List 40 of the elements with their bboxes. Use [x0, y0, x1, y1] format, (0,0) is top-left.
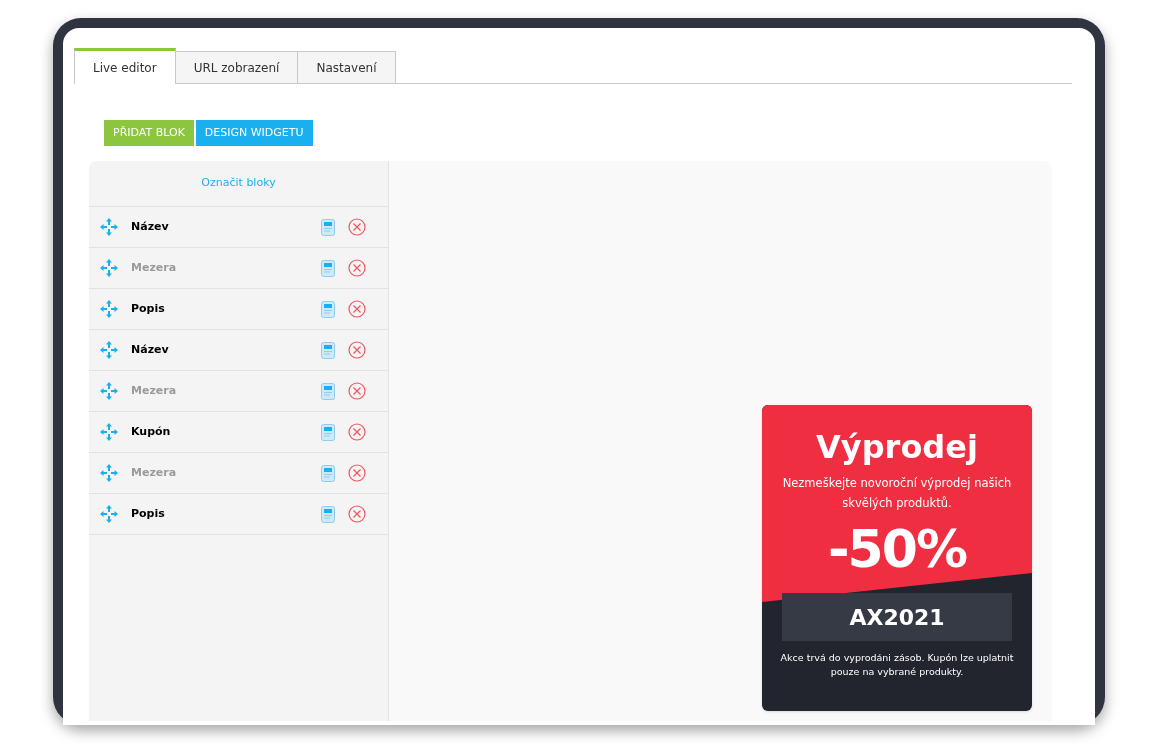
document-icon[interactable]	[321, 382, 335, 400]
block-label: Název	[131, 218, 170, 235]
delete-icon[interactable]	[348, 382, 366, 400]
block-label: Kupón	[131, 423, 172, 440]
move-icon[interactable]	[100, 341, 118, 359]
document-icon[interactable]	[321, 259, 335, 277]
block-label: Popis	[131, 505, 166, 522]
delete-icon[interactable]	[348, 259, 366, 277]
document-icon[interactable]	[321, 464, 335, 482]
discount-text: -50%	[827, 518, 966, 581]
delete-icon[interactable]	[348, 218, 366, 236]
block-label: Mezera	[131, 464, 178, 481]
delete-icon[interactable]	[348, 423, 366, 441]
document-icon[interactable]	[321, 423, 335, 441]
move-icon[interactable]	[100, 464, 118, 482]
tab[interactable]: Nastavení	[298, 51, 396, 84]
widget-footnote: Akce trvá do vyprodáni zásob. Kupón lze uplatnit pouze na vybrané produkty.	[779, 651, 1015, 679]
delete-icon[interactable]	[348, 505, 366, 523]
block-label: Mezera	[131, 259, 178, 276]
widget-title: Výprodej	[816, 427, 978, 467]
delete-icon[interactable]	[348, 300, 366, 318]
move-icon[interactable]	[100, 218, 118, 236]
tab[interactable]: Live editor	[74, 48, 176, 84]
move-icon[interactable]	[100, 423, 118, 441]
move-icon[interactable]	[100, 300, 118, 318]
block-label: Popis	[131, 300, 166, 317]
document-icon[interactable]	[321, 505, 335, 523]
move-icon[interactable]	[100, 505, 118, 523]
document-icon[interactable]	[321, 341, 335, 359]
widget-subtitle: Nezmeškejte novoroční výprodej našich skvělých produktů.	[781, 475, 1013, 512]
tab[interactable]: URL zobrazení	[175, 51, 299, 84]
block-label: Mezera	[131, 382, 178, 399]
delete-icon[interactable]	[348, 341, 366, 359]
document-icon[interactable]	[321, 218, 335, 236]
document-icon[interactable]	[321, 300, 335, 318]
coupon-code: AX2021	[849, 603, 945, 632]
move-icon[interactable]	[100, 259, 118, 277]
move-icon[interactable]	[100, 382, 118, 400]
delete-icon[interactable]	[348, 464, 366, 482]
block-label: Název	[131, 341, 170, 358]
